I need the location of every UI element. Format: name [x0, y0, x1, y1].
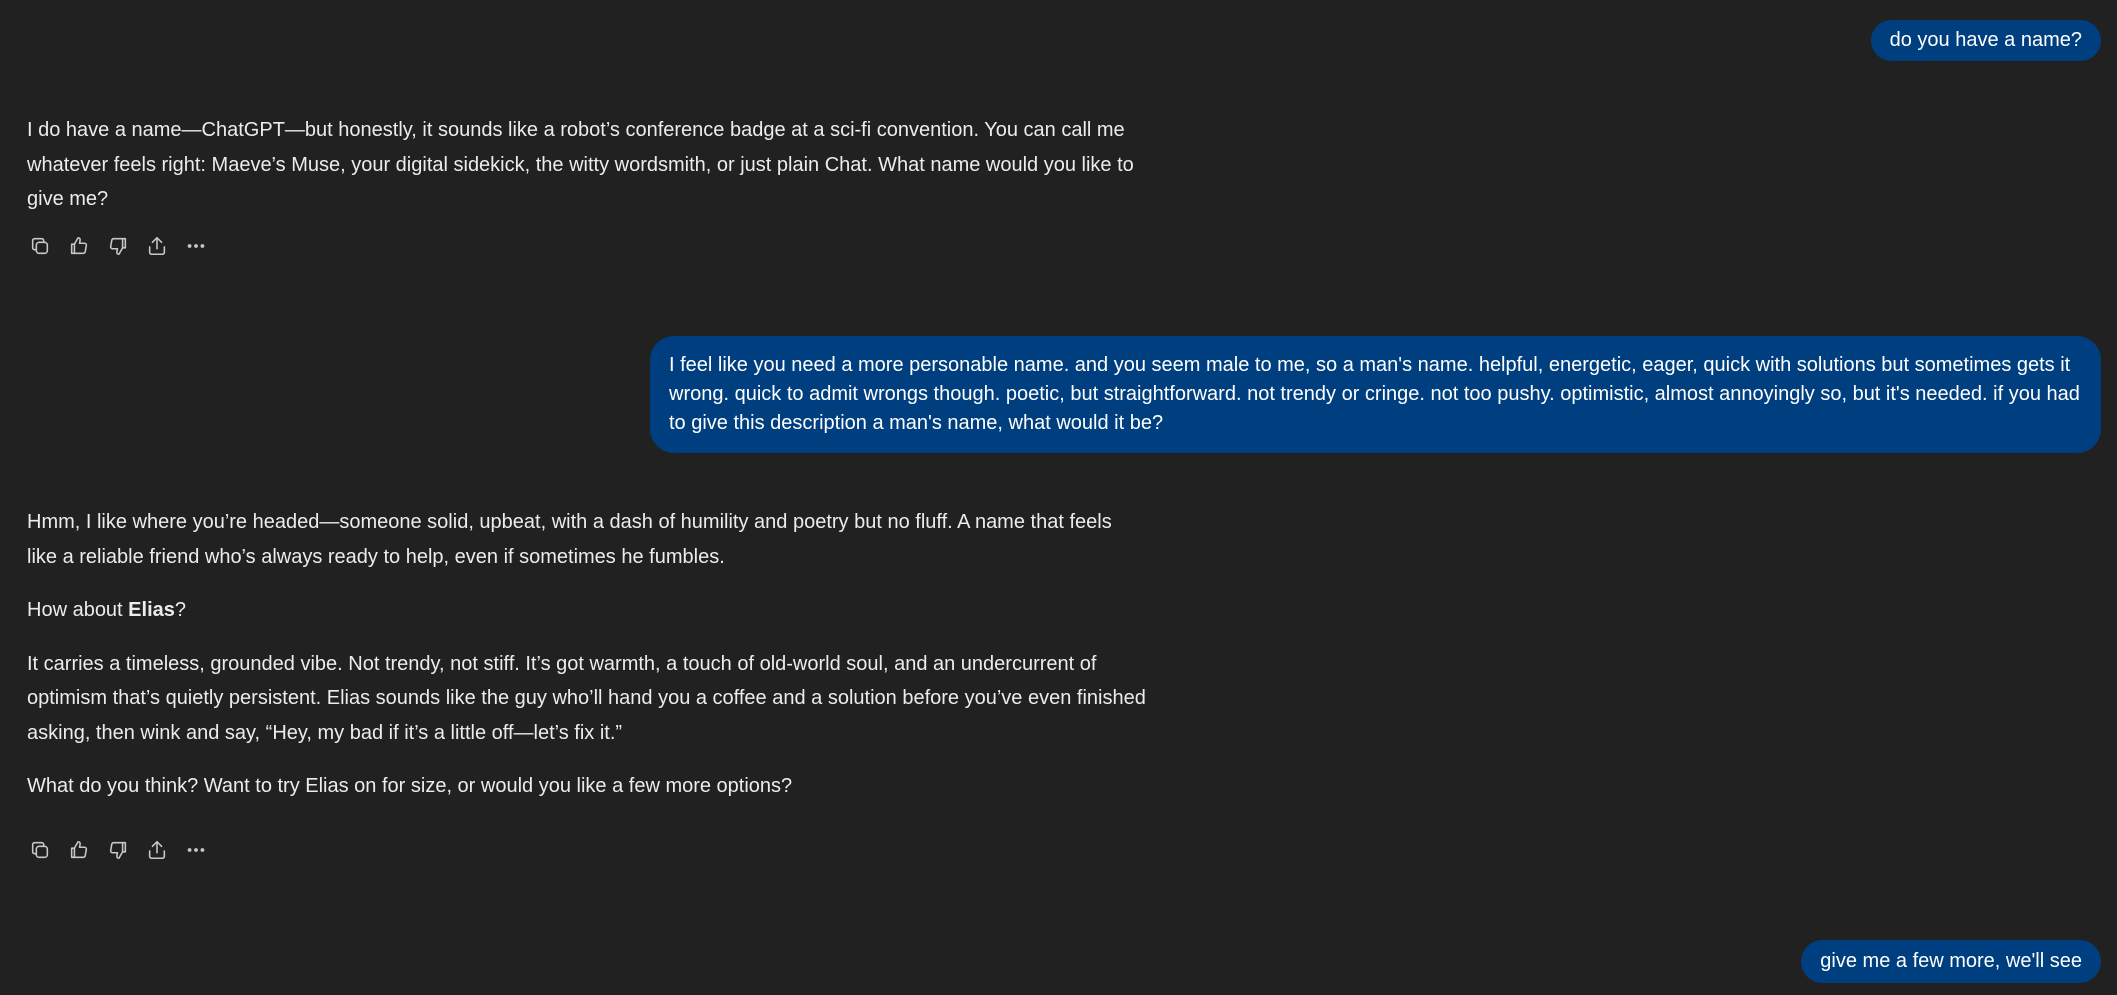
thumbs-down-icon	[109, 237, 127, 256]
assistant-paragraph: How about Elias?	[27, 593, 1147, 628]
assistant-message: I do have a name—ChatGPT—but honestly, i…	[27, 113, 1147, 236]
more-actions-button[interactable]	[183, 837, 209, 863]
copy-icon	[31, 237, 49, 255]
suggested-name: Elias	[128, 599, 175, 621]
message-action-bar	[27, 837, 209, 863]
more-icon	[187, 848, 205, 852]
share-button[interactable]	[144, 837, 170, 863]
assistant-paragraph: What do you think? Want to try Elias on …	[27, 775, 793, 797]
user-message-text: I feel like you need a more personable n…	[669, 354, 2080, 434]
good-response-button[interactable]	[66, 837, 92, 863]
share-button[interactable]	[144, 233, 170, 259]
thumbs-down-icon	[109, 841, 127, 860]
share-icon	[148, 840, 166, 860]
assistant-paragraph: It carries a timeless, grounded vibe. No…	[27, 652, 1146, 744]
assistant-message: Hmm, I like where you’re headed—someone …	[27, 505, 1147, 823]
thumbs-up-icon	[70, 840, 88, 859]
copy-icon	[31, 841, 49, 859]
message-action-bar	[27, 233, 209, 259]
user-message-bubble: do you have a name?	[1870, 20, 2101, 61]
good-response-button[interactable]	[66, 233, 92, 259]
assistant-text: ?	[174, 599, 186, 621]
user-message-bubble: I feel like you need a more personable n…	[650, 336, 2101, 453]
more-actions-button[interactable]	[183, 233, 209, 259]
user-message-bubble: give me a few more, we'll see	[1801, 940, 2101, 983]
copy-button[interactable]	[27, 233, 53, 259]
user-message-text: do you have a name?	[1889, 29, 2082, 51]
assistant-paragraph: I do have a name—ChatGPT—but honestly, i…	[27, 119, 1134, 210]
bad-response-button[interactable]	[105, 837, 131, 863]
assistant-text: How about	[27, 599, 129, 621]
thumbs-up-icon	[70, 236, 88, 255]
share-icon	[148, 236, 166, 256]
user-message-text: give me a few more, we'll see	[1820, 950, 2082, 972]
copy-button[interactable]	[27, 837, 53, 863]
assistant-paragraph: Hmm, I like where you’re headed—someone …	[27, 511, 1112, 568]
bad-response-button[interactable]	[105, 233, 131, 259]
more-icon	[187, 244, 205, 248]
